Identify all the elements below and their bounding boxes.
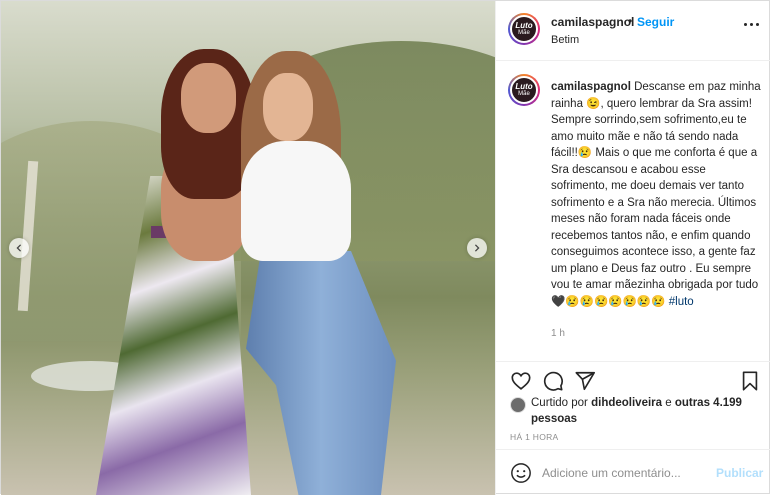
post-photo[interactable] bbox=[1, 1, 495, 495]
avatar-text: Luto bbox=[515, 81, 533, 91]
post-frame: Luto Mãe camilaspagnol • Seguir Betim Lu… bbox=[0, 0, 770, 495]
caption-time[interactable]: 1 h bbox=[551, 328, 565, 339]
avatar[interactable]: Luto Mãe bbox=[508, 74, 540, 106]
hashtag-link[interactable]: #luto bbox=[669, 296, 694, 308]
post-timestamp[interactable]: HÁ 1 HORA bbox=[510, 432, 559, 442]
share-icon[interactable] bbox=[574, 370, 596, 392]
caption-comment: Luto Mãe camilaspagnol Descanse em paz m… bbox=[496, 62, 770, 361]
woman-face bbox=[181, 63, 236, 133]
caption-username[interactable]: camilaspagnol bbox=[551, 81, 631, 93]
heart-icon[interactable] bbox=[510, 370, 532, 392]
avatar-image: Luto Mãe bbox=[510, 15, 538, 43]
liker-username[interactable]: dihdeoliveira bbox=[591, 397, 662, 409]
more-dot bbox=[756, 23, 759, 26]
chevron-left-icon[interactable] bbox=[9, 238, 29, 258]
action-bar bbox=[496, 361, 770, 395]
author-username[interactable]: camilaspagnol bbox=[551, 15, 634, 29]
caption-text: camilaspagnol Descanse em paz minha rain… bbox=[551, 79, 763, 310]
post-location[interactable]: Betim bbox=[551, 34, 579, 46]
publish-button[interactable]: Publicar bbox=[716, 466, 763, 480]
comment-icon[interactable] bbox=[542, 370, 564, 392]
emoji-icon[interactable] bbox=[510, 462, 532, 484]
likes-text: Curtido por dihdeoliveira e outras 4.199… bbox=[531, 395, 765, 427]
post-side-panel: Luto Mãe camilaspagnol • Seguir Betim Lu… bbox=[495, 1, 770, 495]
avatar-image: Luto Mãe bbox=[510, 76, 538, 104]
post-header: Luto Mãe camilaspagnol • Seguir Betim bbox=[496, 1, 770, 61]
chevron-right-icon[interactable] bbox=[467, 238, 487, 258]
likes-summary: Curtido por dihdeoliveira e outras 4.199… bbox=[510, 395, 765, 431]
add-comment-bar: Publicar bbox=[496, 449, 770, 495]
avatar-text: Mãe bbox=[518, 29, 530, 36]
bookmark-icon[interactable] bbox=[739, 370, 761, 392]
likes-prefix: Curtido por bbox=[531, 397, 592, 409]
more-options-icon[interactable] bbox=[744, 23, 762, 33]
likes-middle: e bbox=[662, 397, 675, 409]
avatar-text: Luto bbox=[515, 20, 533, 30]
woman-shirt bbox=[241, 141, 351, 261]
avatar-text: Mãe bbox=[518, 90, 530, 97]
separator-dot: • bbox=[628, 14, 633, 28]
more-dot bbox=[744, 23, 747, 26]
avatar[interactable] bbox=[510, 397, 526, 413]
follow-button[interactable]: Seguir bbox=[637, 15, 674, 29]
more-dot bbox=[750, 23, 753, 26]
woman-jeans bbox=[246, 251, 396, 495]
caption-body: Descanse em paz minha rainha 😉, quero le… bbox=[551, 81, 761, 308]
woman-face bbox=[263, 73, 313, 141]
avatar[interactable]: Luto Mãe bbox=[508, 13, 540, 45]
comment-input[interactable] bbox=[542, 462, 702, 484]
